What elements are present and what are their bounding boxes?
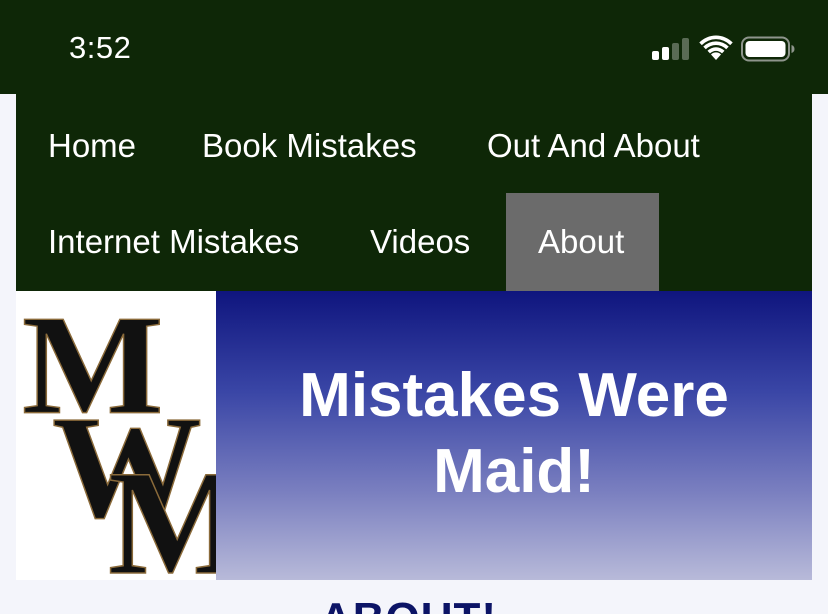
nav-item-home[interactable]: Home	[16, 97, 168, 195]
nav-item-out-and-about[interactable]: Out And About	[455, 97, 732, 195]
status-bar: 3:52	[0, 0, 828, 94]
page-heading: ABOUT!	[320, 594, 497, 614]
wifi-icon	[699, 35, 733, 60]
svg-text:M: M	[108, 440, 216, 580]
nav-item-about[interactable]: About	[506, 193, 659, 291]
site-banner: Mistakes Were Maid!	[216, 291, 812, 580]
site-logo[interactable]: M W M	[16, 291, 216, 580]
mwm-monogram-logo: M W M	[21, 291, 216, 580]
main-navigation: Home Book Mistakes Out And About Interne…	[16, 94, 812, 291]
nav-item-book-mistakes[interactable]: Book Mistakes	[170, 97, 449, 195]
nav-item-videos[interactable]: Videos	[338, 193, 502, 291]
nav-item-internet-mistakes[interactable]: Internet Mistakes	[16, 193, 331, 291]
site-header: M W M Mistakes Were Maid!	[16, 291, 812, 580]
battery-icon	[741, 36, 795, 62]
site-title: Mistakes Were Maid!	[299, 360, 729, 506]
cellular-signal-icon	[652, 38, 690, 60]
status-time: 3:52	[69, 30, 132, 65]
